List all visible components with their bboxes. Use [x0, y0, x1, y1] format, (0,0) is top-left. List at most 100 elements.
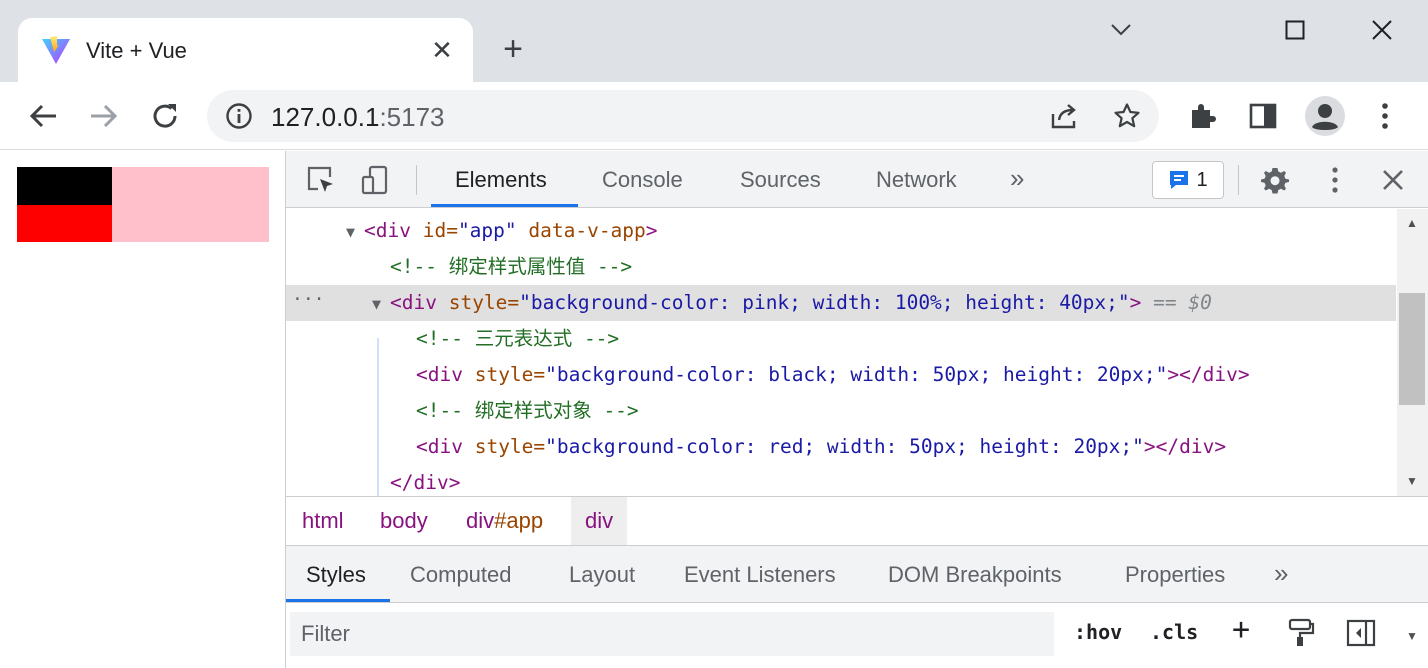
- attr-name: data-v-app: [516, 219, 646, 242]
- more-tabs-button[interactable]: »: [1010, 163, 1024, 194]
- tab-network[interactable]: Network: [876, 167, 957, 193]
- more-sidebar-tabs-button[interactable]: »: [1274, 558, 1288, 589]
- toolbar-separator: [416, 165, 417, 195]
- settings-gear-icon[interactable]: [1258, 163, 1292, 197]
- dom-node-red[interactable]: <div style="background-color: red; width…: [286, 429, 1396, 465]
- maximize-icon[interactable]: [1275, 12, 1315, 48]
- scroll-down-arrow-icon[interactable]: ▼: [1399, 471, 1425, 491]
- tag-close: </div>: [390, 471, 461, 494]
- attr-name: style=: [462, 435, 546, 458]
- tab-properties[interactable]: Properties: [1125, 562, 1225, 588]
- close-devtools-icon[interactable]: [1376, 163, 1410, 197]
- attr-value: "app": [457, 219, 517, 242]
- tag-close: ></div>: [1167, 363, 1250, 386]
- dom-node-black[interactable]: <div style="background-color: black; wid…: [286, 357, 1396, 393]
- crumb-div-app[interactable]: div#app: [452, 497, 557, 545]
- crumb-html[interactable]: html: [288, 497, 358, 545]
- dom-node-selected[interactable]: ··· ▼ <div style="background-color: pink;…: [286, 285, 1396, 321]
- black-div: [17, 167, 112, 205]
- dom-comment[interactable]: <!-- 三元表达式 -->: [286, 321, 1396, 357]
- tab-sources[interactable]: Sources: [740, 167, 821, 193]
- bookmark-star-icon[interactable]: [1109, 98, 1145, 134]
- reload-icon[interactable]: [147, 98, 183, 134]
- active-tab-indicator: [431, 204, 578, 207]
- back-arrow-icon[interactable]: [25, 98, 61, 134]
- hover-state-toggle[interactable]: :hov: [1074, 620, 1122, 644]
- device-toolbar-icon[interactable]: [358, 163, 392, 197]
- class-toggle[interactable]: .cls: [1150, 620, 1198, 644]
- tag-open: <div: [416, 363, 463, 386]
- side-panel-icon[interactable]: [1245, 98, 1281, 134]
- devtools-toolbar: Elements Console Sources Network » 1: [286, 151, 1428, 208]
- toolbar-separator-2: [1238, 165, 1239, 195]
- profile-avatar-icon[interactable]: [1305, 96, 1345, 136]
- attr-name: style=: [436, 291, 520, 314]
- attr-name: style=: [462, 363, 546, 386]
- tab-close-icon[interactable]: ✕: [428, 36, 456, 64]
- tab-elements[interactable]: Elements: [455, 167, 547, 193]
- expand-triangle-icon[interactable]: ▼: [372, 286, 390, 322]
- close-window-icon[interactable]: [1362, 12, 1402, 48]
- active-sidebar-tab-indicator: [286, 599, 390, 602]
- crumb-body[interactable]: body: [366, 497, 442, 545]
- crumb-div-current[interactable]: div: [571, 497, 628, 545]
- issues-count: 1: [1196, 168, 1208, 191]
- tab-styles[interactable]: Styles: [306, 562, 366, 588]
- pink-div: [17, 167, 269, 242]
- expand-triangle-icon[interactable]: ▼: [346, 214, 364, 250]
- new-style-rule-button[interactable]: +: [1232, 612, 1250, 647]
- devtools-menu-icon[interactable]: [1318, 163, 1352, 197]
- inspect-element-icon[interactable]: [304, 163, 338, 197]
- issues-button[interactable]: 1: [1152, 161, 1224, 199]
- dom-node-app[interactable]: ▼ <div id="app" data-v-app>: [286, 213, 1396, 249]
- dom-comment[interactable]: <!-- 绑定样式属性值 -->: [286, 249, 1396, 285]
- selected-node-marker: == $0: [1141, 291, 1212, 314]
- tab-console[interactable]: Console: [602, 167, 683, 193]
- new-tab-icon[interactable]: +: [496, 32, 530, 66]
- url-host: 127.0.0.1: [271, 102, 380, 132]
- breadcrumb: html body div#app div: [286, 496, 1428, 546]
- attr-name: id=: [410, 219, 458, 242]
- toggle-computed-sidebar-icon[interactable]: [1344, 616, 1378, 650]
- browser-toolbar: 127.0.0.1:5173: [0, 82, 1428, 150]
- forward-arrow-icon[interactable]: [86, 98, 122, 134]
- tag-open: <div: [364, 219, 411, 242]
- tab-dom-breakpoints[interactable]: DOM Breakpoints: [888, 562, 1062, 588]
- attr-value: "background-color: pink; width: 100%; he…: [519, 291, 1130, 314]
- dom-node-close[interactable]: </div>: [286, 465, 1396, 496]
- attr-value: "background-color: black; width: 50px; h…: [545, 363, 1168, 386]
- tab-layout[interactable]: Layout: [569, 562, 635, 588]
- extensions-puzzle-icon[interactable]: [1184, 98, 1220, 134]
- styles-pane-tabs: Styles Computed Layout Event Listeners D…: [286, 546, 1428, 603]
- tab-title: Vite + Vue: [86, 38, 187, 63]
- node-actions-ellipsis[interactable]: ···: [292, 285, 325, 315]
- page-viewport: [0, 151, 285, 668]
- tab-strip: Vite + Vue ✕ +: [0, 0, 1428, 82]
- comment-text: <!-- 三元表达式 -->: [416, 327, 620, 350]
- address-bar[interactable]: 127.0.0.1:5173: [207, 90, 1159, 142]
- tag-close: >: [645, 219, 658, 242]
- dom-comment[interactable]: <!-- 绑定样式对象 -->: [286, 393, 1396, 429]
- site-info-icon[interactable]: [221, 98, 257, 134]
- attr-value: "background-color: red; width: 50px; hei…: [545, 435, 1144, 458]
- tab-computed[interactable]: Computed: [410, 562, 512, 588]
- comment-text: <!-- 绑定样式属性值 -->: [390, 255, 633, 278]
- styles-filter-input[interactable]: [290, 612, 1054, 656]
- sidebar-scroll-down-icon[interactable]: ▼: [1399, 626, 1425, 646]
- scroll-thumb[interactable]: [1399, 293, 1425, 405]
- crumb-tag: div: [466, 508, 495, 533]
- tab-event-listeners[interactable]: Event Listeners: [684, 562, 836, 588]
- red-div: [17, 205, 112, 242]
- tag-open: <div: [390, 291, 437, 314]
- browser-tab[interactable]: Vite + Vue ✕: [18, 18, 473, 82]
- indent-guide: [377, 338, 379, 496]
- chrome-menu-icon[interactable]: [1367, 98, 1403, 134]
- styles-filter-bar: :hov .cls + ▼: [286, 604, 1428, 668]
- vite-logo-icon: [40, 34, 72, 66]
- comment-text: <!-- 绑定样式对象 -->: [416, 399, 639, 422]
- paint-roller-icon[interactable]: [1284, 616, 1318, 650]
- scroll-up-arrow-icon[interactable]: ▲: [1399, 213, 1425, 233]
- url-text: 127.0.0.1:5173: [271, 102, 445, 133]
- tab-search-icon[interactable]: [1101, 12, 1141, 48]
- share-icon[interactable]: [1047, 98, 1083, 134]
